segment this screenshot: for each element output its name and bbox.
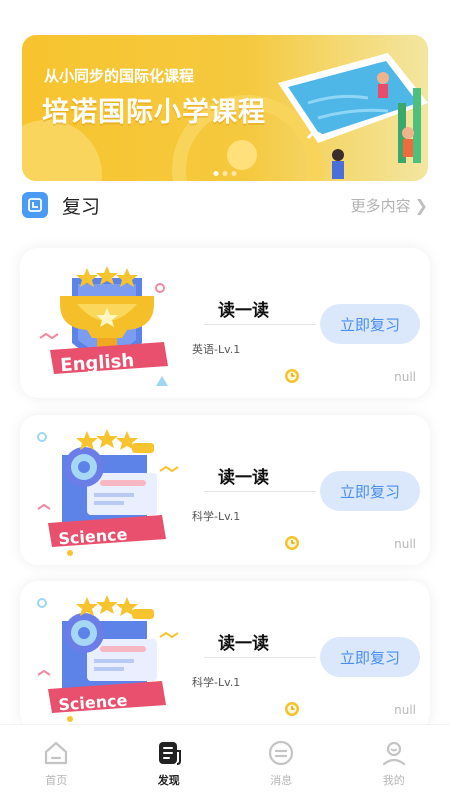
tab-messages[interactable]: 消息 — [225, 725, 338, 800]
clock-icon — [285, 702, 299, 716]
tab-label: 消息 — [270, 774, 293, 787]
bottom-tab-bar: 首页 发现 消息 我的 — [0, 724, 450, 800]
pagination-dot[interactable] — [213, 171, 219, 176]
tab-home[interactable]: 首页 — [0, 725, 113, 800]
discover-icon — [158, 742, 181, 765]
home-icon — [45, 741, 68, 765]
microscope-illustration: Science — [37, 595, 179, 722]
profile-icon — [382, 741, 405, 766]
banner-subtitle: 从小同步的国际化课程 — [44, 67, 195, 85]
subject-badge-text: Science — [58, 691, 128, 715]
banner-decor-circle — [22, 120, 102, 181]
tab-profile[interactable]: 我的 — [338, 725, 450, 800]
pagination-dot[interactable] — [231, 171, 237, 176]
review-now-button[interactable]: 立即复习 — [320, 637, 420, 677]
status-bar — [0, 0, 450, 30]
trophy-illustration: English — [39, 266, 168, 386]
banner-decor-dot — [227, 140, 257, 170]
pool-illustration — [278, 53, 428, 179]
divider — [204, 324, 316, 325]
card-title: 读一读 — [218, 634, 269, 654]
review-now-button[interactable]: 立即复习 — [320, 471, 420, 511]
subject-badge-text: English — [60, 350, 135, 376]
divider — [204, 491, 316, 492]
review-now-button[interactable]: 立即复习 — [320, 304, 420, 344]
microscope-illustration: Science — [37, 429, 179, 556]
more-label: 更多内容 — [350, 196, 411, 215]
divider — [204, 657, 316, 658]
card-title: 读一读 — [218, 468, 269, 488]
card-footer-text: null — [394, 537, 416, 551]
course-card[interactable]: Science 读一读 科学-Lv.1 立即复习 null — [20, 415, 430, 565]
message-icon — [269, 740, 294, 766]
card-footer-text: null — [394, 703, 416, 717]
more-content-link[interactable]: 更多内容 ❯ — [351, 195, 428, 216]
banner-title: 培诺国际小学课程 — [42, 97, 266, 128]
tab-label: 首页 — [45, 774, 68, 787]
section-title: 复习 — [62, 195, 101, 218]
tab-label: 我的 — [382, 774, 405, 787]
chevron-right-icon: ❯ — [414, 195, 428, 215]
clock-icon — [285, 536, 299, 550]
clock-icon — [285, 369, 299, 383]
course-level: 英语-Lv.1 — [192, 343, 241, 356]
tab-discover[interactable]: 发现 — [113, 725, 226, 800]
promo-banner[interactable]: 从小同步的国际化课程 培诺国际小学课程 — [22, 35, 428, 181]
subject-badge-text: Science — [58, 525, 128, 549]
pagination-dot[interactable] — [222, 171, 228, 176]
card-title: 读一读 — [218, 301, 269, 321]
banner-pagination — [213, 171, 237, 176]
review-icon — [22, 192, 48, 218]
course-card[interactable]: Science 读一读 科学-Lv.1 立即复习 null — [20, 581, 430, 731]
tab-label: 发现 — [157, 774, 180, 787]
review-section-header: 复习 更多内容 ❯ — [22, 190, 428, 220]
course-card[interactable]: English 读一读 英语-Lv.1 立即复习 null — [20, 248, 430, 398]
course-level: 科学-Lv.1 — [192, 676, 241, 689]
course-level: 科学-Lv.1 — [192, 510, 241, 523]
card-footer-text: null — [394, 370, 416, 384]
